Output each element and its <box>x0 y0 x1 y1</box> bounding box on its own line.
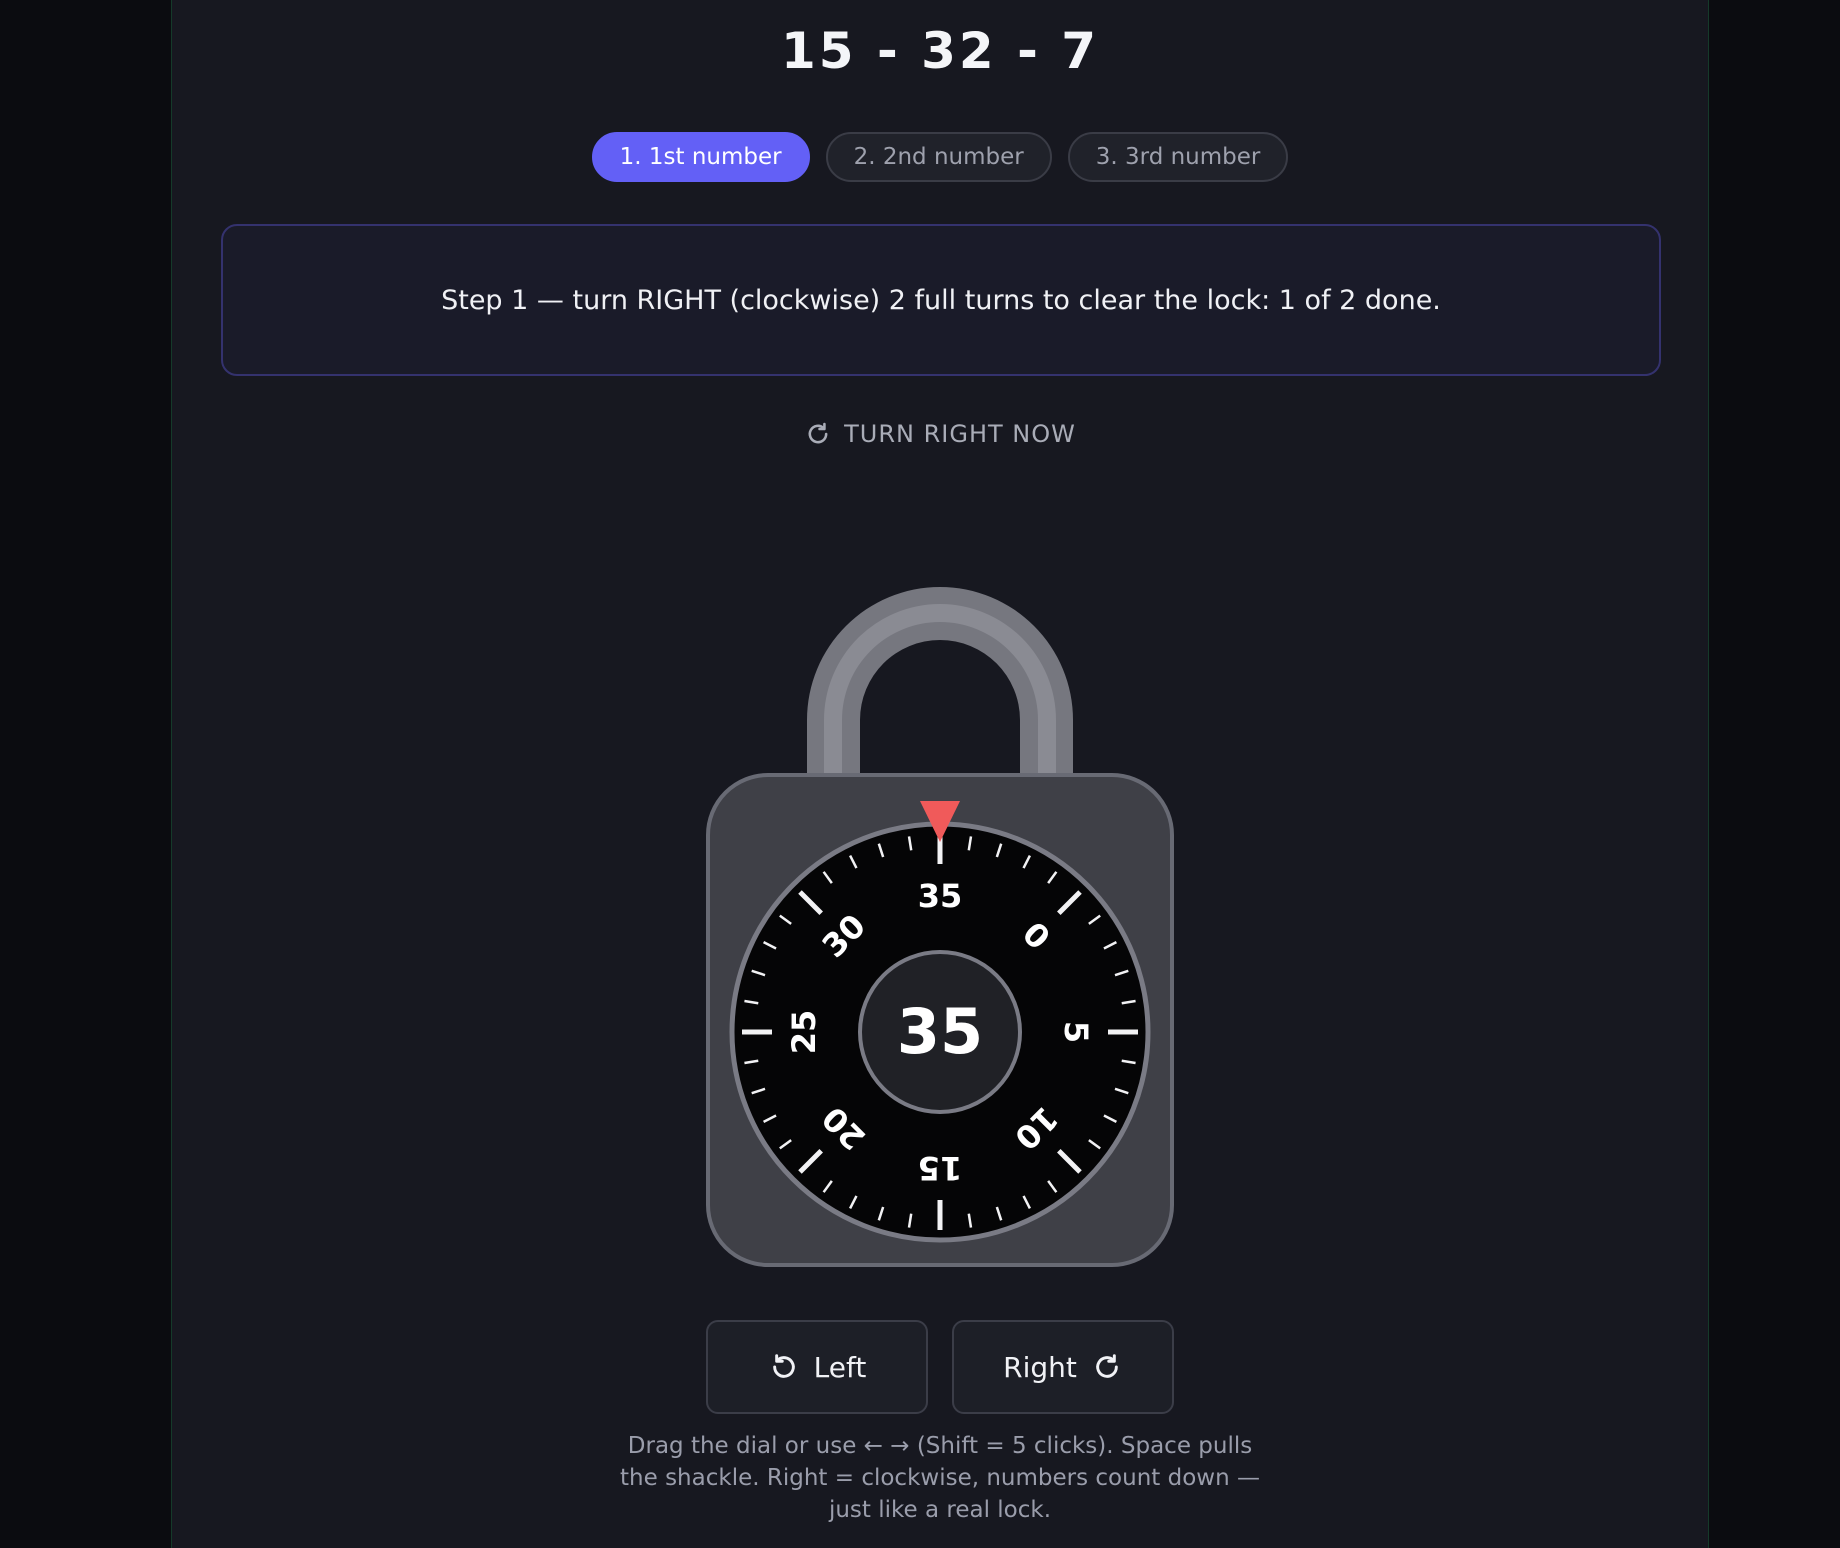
dial-number-25: 25 <box>785 1010 823 1055</box>
dial-current-value: 35 <box>897 995 983 1068</box>
turn-left-button[interactable]: Left <box>706 1320 928 1414</box>
step-tab-3[interactable]: 3. 3rd number <box>1067 132 1289 182</box>
dial[interactable]: 05101520253035 35 <box>729 821 1151 1243</box>
step-tab-2[interactable]: 2. 2nd number <box>825 132 1052 182</box>
dial-number-5: 5 <box>1057 1021 1095 1043</box>
turn-right-button[interactable]: Right <box>952 1320 1174 1414</box>
rotate-clockwise-icon <box>1096 1354 1118 1378</box>
dial-number-35: 35 <box>918 877 963 915</box>
help-text: Drag the dial or use ← → (Shift = 5 clic… <box>620 1433 1260 1523</box>
padlock: 05101520253035 35 <box>706 587 1174 1267</box>
turn-buttons: Left Right <box>172 1320 1708 1414</box>
instruction-box: Step 1 — turn RIGHT (clockwise) 2 full t… <box>221 224 1661 376</box>
step-tab-1[interactable]: 1. 1st number <box>591 132 810 182</box>
rotate-counterclockwise-icon <box>772 1354 795 1378</box>
instruction-text: Step 1 — turn RIGHT (clockwise) 2 full t… <box>441 284 1441 316</box>
step-tabs: 1. 1st number 2. 2nd number 3. 3rd numbe… <box>172 132 1708 182</box>
turn-prompt: TURN RIGHT NOW <box>172 420 1708 448</box>
turn-prompt-label: TURN RIGHT NOW <box>844 420 1076 448</box>
main-panel: 15 - 32 - 7 1. 1st number 2. 2nd number … <box>171 0 1709 1548</box>
turn-left-label: Left <box>813 1350 867 1384</box>
dial-number-15: 15 <box>918 1149 963 1187</box>
combination-display: 15 - 32 - 7 <box>780 22 1100 80</box>
rotate-clockwise-icon <box>808 422 828 444</box>
turn-right-label: Right <box>1003 1350 1077 1384</box>
